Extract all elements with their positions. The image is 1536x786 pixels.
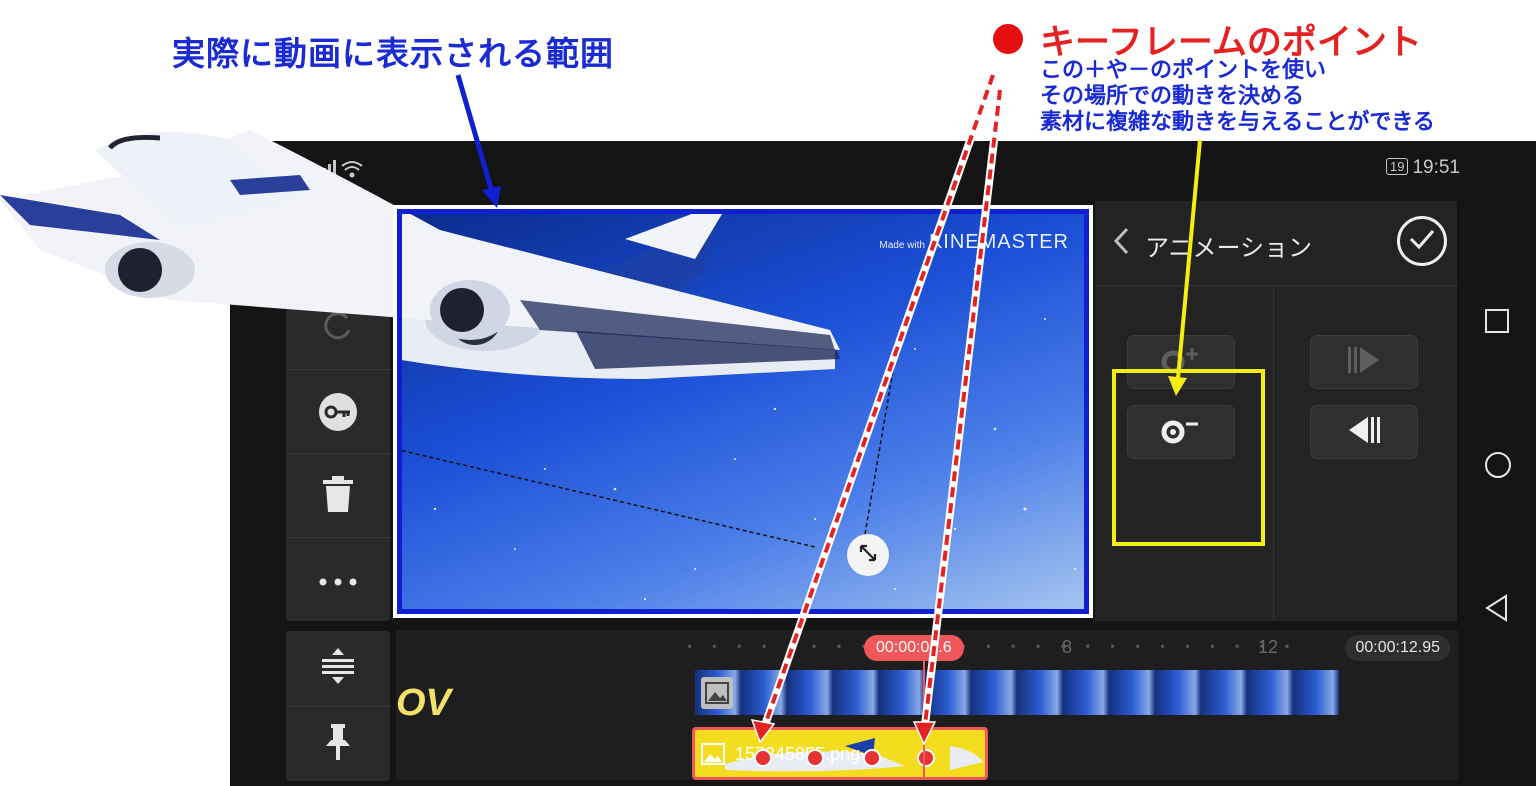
- left-toolbar: [286, 201, 390, 621]
- keyframe-marker[interactable]: [917, 749, 935, 767]
- current-time-badge: 00:00:04.6: [864, 635, 964, 661]
- tick-label: 12: [1258, 637, 1279, 657]
- panel-title: アニメーション: [1145, 234, 1313, 262]
- end-time-badge: 00:00:12.95: [1345, 635, 1450, 661]
- video-track[interactable]: [695, 670, 1339, 715]
- timeline-ruler: • • • • • • • • • • • • • • • • • • • • …: [686, 640, 1296, 654]
- more-dots-icon: [318, 571, 358, 590]
- home-icon[interactable]: [1484, 451, 1511, 478]
- undo-icon: [319, 306, 357, 348]
- visible-area-frame: [397, 209, 1089, 614]
- trash-icon: [322, 475, 354, 517]
- keyframe-key-icon: [319, 393, 357, 431]
- playhead[interactable]: [923, 660, 925, 780]
- status-bar: 19 19:51: [230, 141, 1466, 196]
- pin-button[interactable]: [286, 706, 390, 781]
- android-nav-bar: [1460, 196, 1536, 786]
- layer-logo: OV: [396, 682, 451, 724]
- recent-apps-icon[interactable]: [1484, 308, 1510, 334]
- timeline[interactable]: • • • • • • • • • • • • • • • • • • • • …: [396, 630, 1458, 780]
- image-clip-icon: [701, 677, 733, 709]
- annotation-title: 実際に動画に表示される範囲: [172, 34, 614, 73]
- clock: 19:51: [1412, 157, 1460, 178]
- layer-clip[interactable]: 157245855.png: [692, 727, 988, 780]
- next-keyframe-icon: [1346, 345, 1382, 379]
- keyframe-marker[interactable]: [754, 749, 772, 767]
- expand-tracks-button[interactable]: [286, 631, 390, 705]
- expand-tracks-icon: [318, 646, 358, 690]
- checkmark-icon: [1409, 228, 1435, 254]
- keyframe-note: その場所での動きを決める: [1040, 84, 1305, 109]
- keyframe-marker[interactable]: [863, 749, 881, 767]
- image-layer-icon: [701, 743, 725, 769]
- done-button[interactable]: [1397, 216, 1447, 266]
- battery-icon: 19: [1385, 158, 1409, 175]
- signal-wifi-icon: [318, 158, 368, 185]
- panel-divider: [1273, 286, 1274, 621]
- previous-keyframe-button[interactable]: [1311, 406, 1417, 458]
- panel-header: アニメーション: [1095, 201, 1457, 286]
- keyframe-buttons-highlight: [1112, 369, 1265, 546]
- pin-icon: [323, 722, 353, 766]
- timeline-toolbar: [286, 631, 390, 781]
- previous-keyframe-icon: [1346, 415, 1382, 449]
- keyframe-note: この＋や－のポイントを使い: [1040, 58, 1327, 83]
- back-chevron-icon[interactable]: [1113, 227, 1129, 262]
- red-bullet-icon: [993, 24, 1023, 54]
- tick-label: 8: [1062, 637, 1073, 657]
- keyframe-marker[interactable]: [806, 749, 824, 767]
- delete-button[interactable]: [286, 453, 390, 538]
- next-keyframe-button[interactable]: [1311, 336, 1417, 388]
- undo-button[interactable]: [286, 285, 390, 369]
- keyframe-note: 素材に複雑な動きを与えることができる: [1040, 110, 1435, 135]
- keyframe-button[interactable]: [286, 369, 390, 454]
- more-button[interactable]: [286, 537, 390, 622]
- status-right: 19 19:51: [1385, 157, 1460, 179]
- back-icon[interactable]: [1484, 594, 1510, 622]
